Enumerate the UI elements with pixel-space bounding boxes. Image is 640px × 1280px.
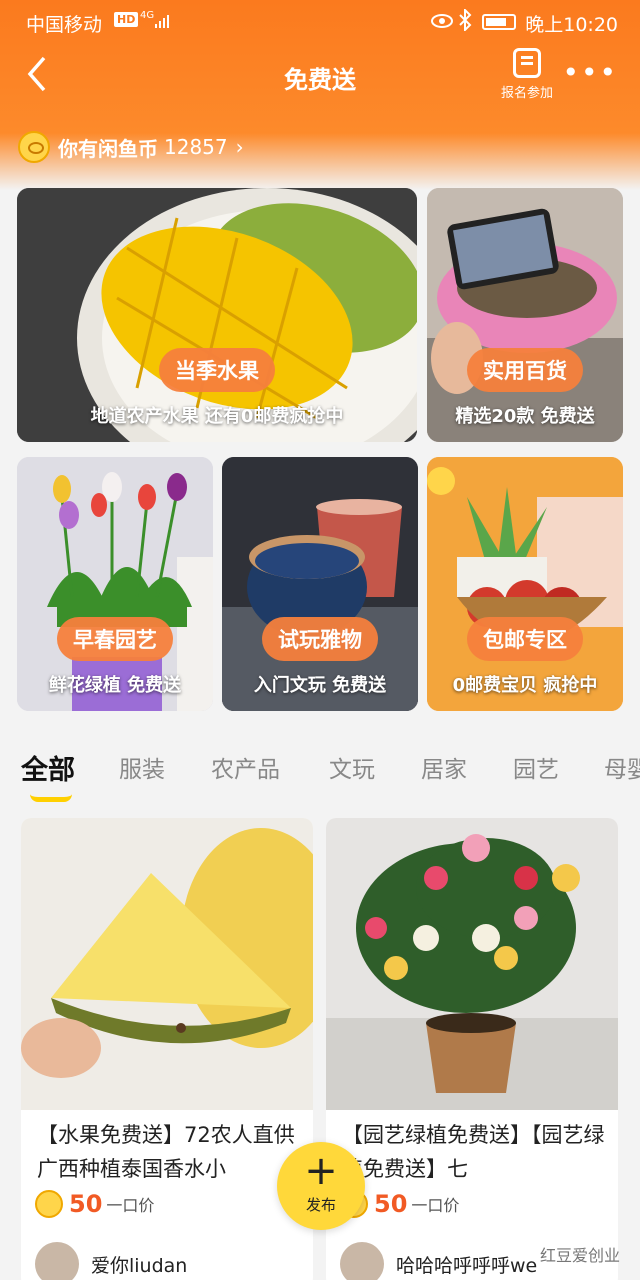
product-card[interactable]: 【园艺绿植免费送】【园艺绿植免费送】七 50 一口价 哈哈哈呼呼呼we	[326, 818, 618, 1280]
promo-card-garden[interactable]: 早春园艺 鲜花绿植 免费送	[17, 457, 213, 711]
price-value: 50	[69, 1190, 103, 1218]
tab-baby[interactable]: 母婴	[604, 750, 640, 784]
tab-all[interactable]: 全部	[21, 748, 75, 787]
promo-pill: 试玩雅物	[262, 617, 378, 661]
avatar	[35, 1242, 79, 1280]
seller-name: 哈哈哈呼呼呼we	[396, 1254, 538, 1277]
carrier-name: 中国移动	[26, 14, 103, 36]
product-title: 【园艺绿植免费送】【园艺绿植免费送】七	[342, 1123, 605, 1181]
product-price: 50 一口价	[35, 1190, 154, 1218]
promo-pill: 早春园艺	[57, 617, 173, 661]
plus-icon: +	[304, 1148, 338, 1194]
bluetooth-icon	[459, 9, 472, 31]
promo-card-fruit[interactable]: 当季水果 地道农产水果 还有0邮费疯抢中	[17, 188, 417, 442]
price-value: 50	[374, 1190, 408, 1218]
more-dots-icon[interactable]: •••	[562, 56, 618, 89]
promo-subtitle: 地道农产水果 还有0邮费疯抢中	[90, 406, 344, 427]
active-tab-indicator	[30, 794, 72, 802]
signal-icon	[155, 15, 169, 28]
coin-label: 你有闲鱼币	[58, 136, 158, 161]
network-type: 4G	[140, 10, 155, 21]
tab-farm-products[interactable]: 农产品	[211, 750, 280, 784]
promo-subtitle: 入门文玩 免费送	[253, 675, 387, 696]
coin-balance[interactable]: 你有闲鱼币 12857 ›	[18, 130, 244, 164]
seller-info[interactable]: 哈哈哈呼呼呼we	[340, 1242, 537, 1280]
promo-subtitle: 精选20款 免费送	[455, 406, 595, 427]
publish-label: 发布	[305, 1196, 336, 1214]
price-unit: 一口价	[106, 1196, 155, 1215]
coin-icon	[35, 1190, 63, 1218]
seller-name: 爱你liudan	[91, 1254, 188, 1277]
promo-pill: 实用百货	[467, 348, 583, 392]
battery-icon	[482, 14, 516, 30]
promo-card-goods[interactable]: 实用百货 精选20款 免费送	[427, 188, 623, 442]
hd-badge: HD	[114, 12, 139, 27]
product-title: 【水果免费送】72农人直供广西种植泰国香水小	[37, 1123, 295, 1181]
promo-subtitle: 0邮费宝贝 疯抢中	[452, 675, 598, 696]
promo-pill: 当季水果	[159, 348, 275, 392]
chevron-right-icon: ›	[235, 135, 244, 159]
tab-clothing[interactable]: 服装	[119, 750, 165, 784]
category-tabs: 全部 服装 农产品 文玩 居家 园艺 母婴	[0, 740, 640, 804]
nav-bar: 免费送 报名参加 •••	[0, 44, 640, 114]
signup-label: 报名参加	[500, 86, 553, 101]
price-unit: 一口价	[411, 1196, 460, 1215]
coin-amount: 12857	[164, 135, 228, 159]
avatar	[340, 1242, 384, 1280]
signup-button[interactable]: 报名参加	[496, 48, 558, 101]
status-bar: 中国移动 HD 4G 晚上10:20	[0, 0, 640, 44]
promo-subtitle: 鲜花绿植 免费送	[48, 675, 182, 696]
promo-card-free-shipping[interactable]: 包邮专区 0邮费宝贝 疯抢中	[427, 457, 623, 711]
tab-collectibles[interactable]: 文玩	[329, 750, 375, 784]
tab-home[interactable]: 居家	[421, 750, 467, 784]
seller-info[interactable]: 爱你liudan	[35, 1242, 187, 1280]
product-card[interactable]: 【水果免费送】72农人直供广西种植泰国香水小 50 一口价 爱你liudan	[21, 818, 313, 1280]
eye-icon	[431, 14, 453, 28]
watermark-text: 红豆爱创业	[539, 1246, 620, 1265]
promo-pill: 包邮专区	[467, 617, 583, 661]
tab-garden[interactable]: 园艺	[513, 750, 559, 784]
promo-card-collectibles[interactable]: 试玩雅物 入门文玩 免费送	[222, 457, 418, 711]
coin-icon	[18, 131, 50, 163]
flower-plant-image	[326, 818, 618, 1110]
form-icon	[513, 48, 541, 78]
pineapple-image	[21, 818, 313, 1110]
publish-button[interactable]: + 发布	[277, 1142, 365, 1230]
status-time: 晚上10:20	[525, 14, 618, 36]
